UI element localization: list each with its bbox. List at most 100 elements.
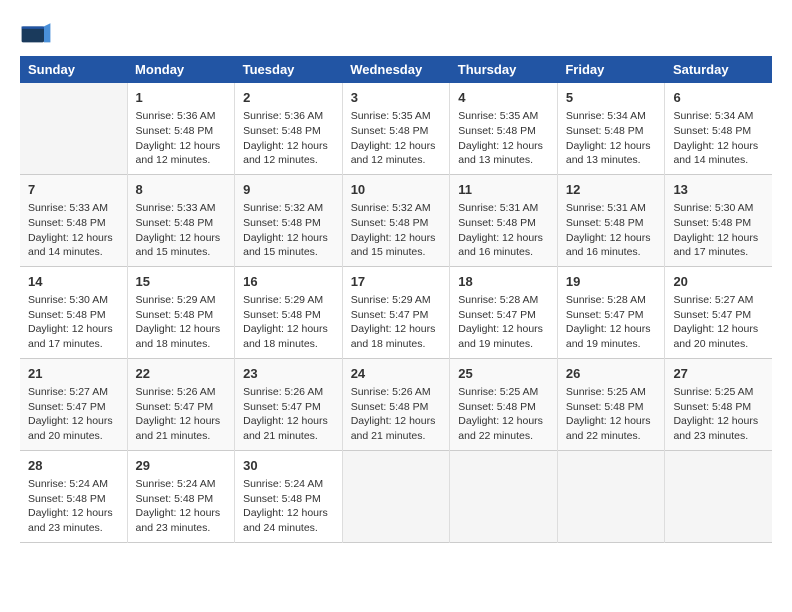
day-number: 19 [566,273,657,291]
calendar-cell: 27Sunrise: 5:25 AM Sunset: 5:48 PM Dayli… [665,358,772,450]
day-info: Sunrise: 5:36 AM Sunset: 5:48 PM Dayligh… [136,109,227,168]
calendar-cell: 4 Sunrise: 5:35 AM Sunset: 5:48 PM Daylig… [450,83,558,174]
weekday-monday: Monday [127,56,235,83]
day-number: 15 [136,273,227,291]
calendar-cell: 30Sunrise: 5:24 AM Sunset: 5:48 PM Dayli… [235,450,343,542]
weekday-header-row: SundayMondayTuesdayWednesdayThursdayFrid… [20,56,772,83]
day-info: Sunrise: 5:35 AM Sunset: 5:48 PM Dayligh… [351,109,442,168]
day-number: 20 [673,273,764,291]
calendar-cell [342,450,450,542]
day-number: 30 [243,457,334,475]
calendar-cell: 13 Sunrise: 5:30 AM Sunset: 5:48 PM Dayli… [665,174,772,266]
day-info: Sunrise: 5:34 AM Sunset: 5:48 PM Dayligh… [673,109,764,168]
day-info: Sunrise: 5:26 AM Sunset: 5:47 PM Dayligh… [243,385,334,444]
calendar-cell: 15 Sunrise: 5:29 AM Sunset: 5:48 PM Dayli… [127,266,235,358]
day-number: 9 [243,181,334,199]
day-number: 17 [351,273,442,291]
day-info: Sunrise: 5:25 AM Sunset: 5:48 PM Dayligh… [458,385,549,444]
day-info: Sunrise: 5:29 AM Sunset: 5:48 PM Dayligh… [136,293,227,352]
day-number: 18 [458,273,549,291]
day-number: 11 [458,181,549,199]
day-number: 29 [136,457,227,475]
calendar-cell: 17 Sunrise: 5:29 AM Sunset: 5:47 PM Dayli… [342,266,450,358]
day-number: 7 [28,181,119,199]
day-info: Sunrise: 5:25 AM Sunset: 5:48 PM Dayligh… [566,385,657,444]
day-number: 28 [28,457,119,475]
day-info: Sunrise: 5:24 AM Sunset: 5:48 PM Dayligh… [136,477,227,536]
day-info: Sunrise: 5:35 AM Sunset: 5:48 PM Dayligh… [458,109,549,168]
day-number: 23 [243,365,334,383]
day-number: 13 [673,181,764,199]
day-info: Sunrise: 5:28 AM Sunset: 5:47 PM Dayligh… [566,293,657,352]
calendar-week-3: 21 Sunrise: 5:27 AM Sunset: 5:47 PM Dayli… [20,358,772,450]
day-number: 24 [351,365,442,383]
calendar-cell [450,450,558,542]
calendar-cell: 2Sunrise: 5:36 AM Sunset: 5:48 PM Daylig… [235,83,343,174]
day-number: 6 [673,89,764,107]
day-info: Sunrise: 5:30 AM Sunset: 5:48 PM Dayligh… [28,293,119,352]
calendar-cell: 9 Sunrise: 5:32 AM Sunset: 5:48 PM Daylig… [235,174,343,266]
weekday-thursday: Thursday [450,56,558,83]
calendar-cell: 6 Sunrise: 5:34 AM Sunset: 5:48 PM Daylig… [665,83,772,174]
calendar-week-2: 14 Sunrise: 5:30 AM Sunset: 5:48 PM Dayli… [20,266,772,358]
day-info: Sunrise: 5:30 AM Sunset: 5:48 PM Dayligh… [673,201,764,260]
day-number: 16 [243,273,334,291]
day-info: Sunrise: 5:33 AM Sunset: 5:48 PM Dayligh… [28,201,119,260]
day-number: 10 [351,181,442,199]
calendar-cell [20,83,127,174]
logo-icon [20,20,52,48]
calendar-cell: 22 Sunrise: 5:26 AM Sunset: 5:47 PM Dayli… [127,358,235,450]
weekday-sunday: Sunday [20,56,127,83]
day-number: 25 [458,365,549,383]
calendar-cell: 20 Sunrise: 5:27 AM Sunset: 5:47 PM Dayli… [665,266,772,358]
day-info: Sunrise: 5:32 AM Sunset: 5:48 PM Dayligh… [243,201,334,260]
calendar-cell: 3 Sunrise: 5:35 AM Sunset: 5:48 PM Daylig… [342,83,450,174]
calendar-cell: 18 Sunrise: 5:28 AM Sunset: 5:47 PM Dayli… [450,266,558,358]
weekday-saturday: Saturday [665,56,772,83]
calendar-cell: 29 Sunrise: 5:24 AM Sunset: 5:48 PM Dayli… [127,450,235,542]
calendar-cell: 28 Sunrise: 5:24 AM Sunset: 5:48 PM Dayli… [20,450,127,542]
calendar-body: 1 Sunrise: 5:36 AM Sunset: 5:48 PM Daylig… [20,83,772,542]
day-number: 4 [458,89,549,107]
day-info: Sunrise: 5:31 AM Sunset: 5:48 PM Dayligh… [458,201,549,260]
calendar-cell: 7 Sunrise: 5:33 AM Sunset: 5:48 PM Daylig… [20,174,127,266]
day-number: 22 [136,365,227,383]
weekday-wednesday: Wednesday [342,56,450,83]
calendar-cell: 12Sunrise: 5:31 AM Sunset: 5:48 PM Dayli… [557,174,665,266]
calendar-cell: 5 Sunrise: 5:34 AM Sunset: 5:48 PM Daylig… [557,83,665,174]
calendar-cell: 14 Sunrise: 5:30 AM Sunset: 5:48 PM Dayli… [20,266,127,358]
day-info: Sunrise: 5:29 AM Sunset: 5:47 PM Dayligh… [351,293,442,352]
day-info: Sunrise: 5:28 AM Sunset: 5:47 PM Dayligh… [458,293,549,352]
day-info: Sunrise: 5:34 AM Sunset: 5:48 PM Dayligh… [566,109,657,168]
day-number: 21 [28,365,119,383]
day-number: 14 [28,273,119,291]
weekday-tuesday: Tuesday [235,56,343,83]
logo [20,20,56,48]
day-info: Sunrise: 5:33 AM Sunset: 5:48 PM Dayligh… [136,201,227,260]
calendar-cell: 10 Sunrise: 5:32 AM Sunset: 5:48 PM Dayli… [342,174,450,266]
calendar-cell: 24 Sunrise: 5:26 AM Sunset: 5:48 PM Dayli… [342,358,450,450]
page-header [20,20,772,48]
day-info: Sunrise: 5:25 AM Sunset: 5:48 PM Dayligh… [673,385,764,444]
calendar-cell: 26Sunrise: 5:25 AM Sunset: 5:48 PM Dayli… [557,358,665,450]
day-number: 1 [136,89,227,107]
day-info: Sunrise: 5:26 AM Sunset: 5:47 PM Dayligh… [136,385,227,444]
calendar-cell: 16Sunrise: 5:29 AM Sunset: 5:48 PM Dayli… [235,266,343,358]
calendar-cell: 11 Sunrise: 5:31 AM Sunset: 5:48 PM Dayli… [450,174,558,266]
day-info: Sunrise: 5:24 AM Sunset: 5:48 PM Dayligh… [28,477,119,536]
day-info: Sunrise: 5:32 AM Sunset: 5:48 PM Dayligh… [351,201,442,260]
calendar-cell: 23 Sunrise: 5:26 AM Sunset: 5:47 PM Dayli… [235,358,343,450]
calendar-cell [557,450,665,542]
calendar-cell: 1 Sunrise: 5:36 AM Sunset: 5:48 PM Daylig… [127,83,235,174]
day-info: Sunrise: 5:27 AM Sunset: 5:47 PM Dayligh… [673,293,764,352]
day-number: 3 [351,89,442,107]
day-number: 12 [566,181,657,199]
weekday-friday: Friday [557,56,665,83]
day-info: Sunrise: 5:26 AM Sunset: 5:48 PM Dayligh… [351,385,442,444]
day-number: 8 [136,181,227,199]
calendar-table: SundayMondayTuesdayWednesdayThursdayFrid… [20,56,772,543]
calendar-cell [665,450,772,542]
calendar-cell: 25 Sunrise: 5:25 AM Sunset: 5:48 PM Dayli… [450,358,558,450]
day-number: 5 [566,89,657,107]
day-info: Sunrise: 5:27 AM Sunset: 5:47 PM Dayligh… [28,385,119,444]
